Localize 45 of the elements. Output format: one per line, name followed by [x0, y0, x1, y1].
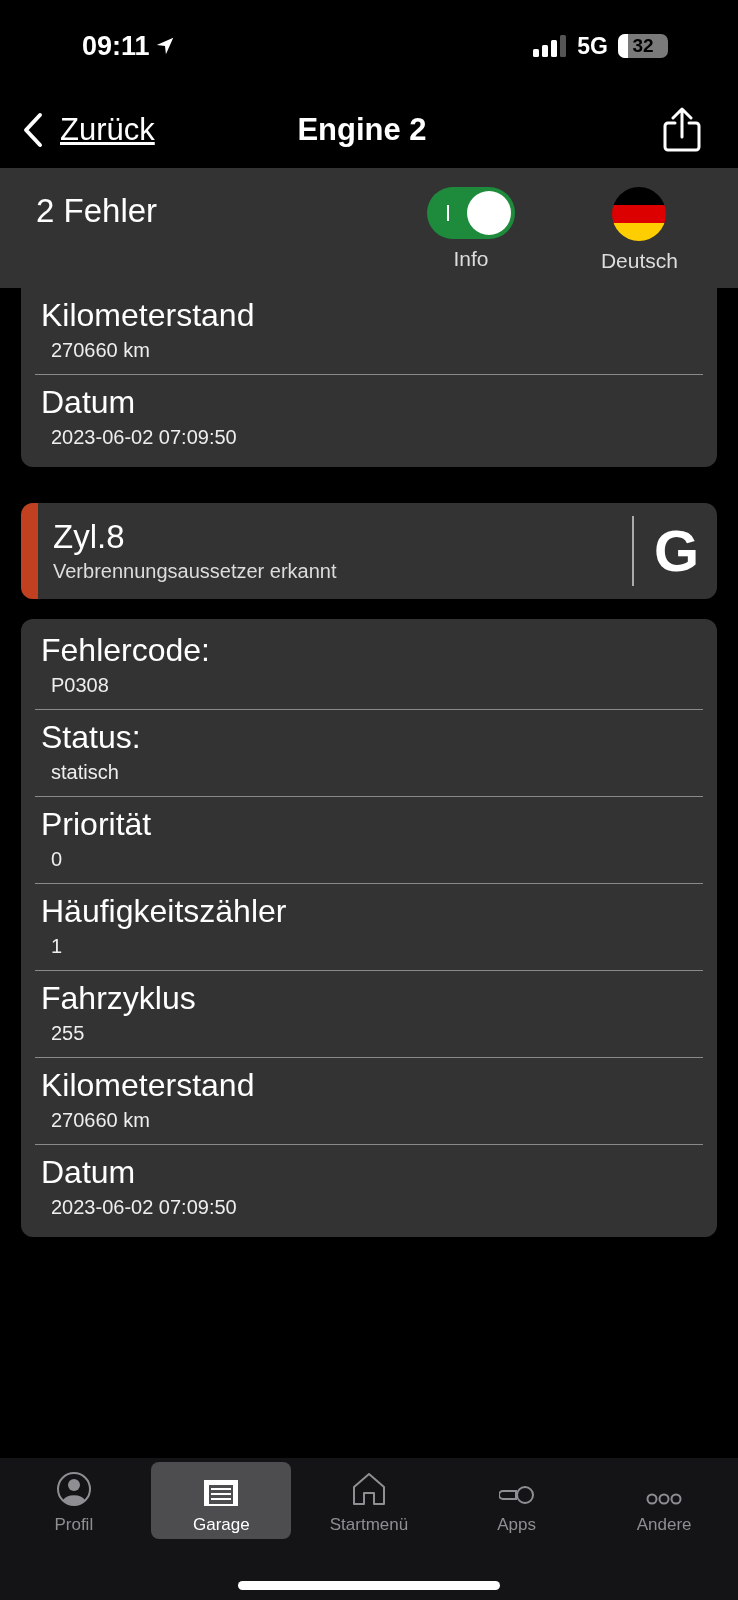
field-label: Häufigkeitszähler [41, 892, 288, 931]
field-label: Kilometerstand [41, 1066, 256, 1105]
home-icon [351, 1471, 387, 1507]
more-icon [646, 1491, 683, 1507]
field-label: Fahrzyklus [41, 979, 197, 1018]
language-label: Deutsch [600, 249, 678, 273]
field-label: Kilometerstand [41, 296, 256, 335]
field-label: Datum [41, 383, 137, 422]
chevron-left-icon [22, 112, 44, 148]
flag-icon[interactable] [612, 187, 667, 241]
field-value: 0 [50, 847, 64, 872]
network-label: 5G [577, 32, 608, 60]
back-link[interactable]: Zurück [22, 112, 155, 148]
field-value: 270660 km [50, 338, 151, 363]
tab[interactable]: Startmenü [299, 1462, 439, 1539]
signal-icon [533, 35, 568, 57]
tab[interactable]: Garage [151, 1462, 292, 1539]
field-value: 270660 km [50, 1108, 151, 1133]
apps-icon [498, 1483, 535, 1507]
status-time: 09:11 [82, 30, 150, 62]
tab[interactable]: Apps [446, 1462, 587, 1539]
tab[interactable]: Profil [3, 1462, 144, 1539]
field-label: Fehlercode: [41, 631, 211, 670]
error-title: Zyl.8 [53, 517, 126, 557]
google-button[interactable]: G [633, 522, 717, 580]
field-value: P0308 [50, 673, 110, 698]
field-value: 1 [50, 934, 64, 959]
field-value: 2023-06-02 07:09:50 [50, 425, 238, 450]
battery-indicator: 32 [618, 34, 668, 58]
field-value: 2023-06-02 07:09:50 [50, 1195, 238, 1220]
field-label: Datum [41, 1153, 137, 1192]
field-value: 255 [50, 1021, 86, 1046]
toggle-label: Info [453, 247, 489, 271]
field-value: statisch [50, 760, 120, 785]
error-count: 2 Fehler [36, 192, 159, 231]
field-label: Status: [41, 718, 142, 757]
tab[interactable]: Andere [594, 1462, 735, 1539]
field-label: Priorität [41, 805, 153, 844]
screen-title: Engine 2 [297, 112, 427, 148]
profile-icon [55, 1471, 92, 1507]
garage-icon [203, 1477, 240, 1507]
info-toggle[interactable] [426, 187, 515, 239]
error-description: Verbrennungsaussetzer erkannt [53, 559, 338, 584]
share-icon[interactable] [662, 107, 702, 153]
error-card[interactable]: Zyl.8 Verbrennungsaussetzer erkannt G [21, 503, 717, 599]
